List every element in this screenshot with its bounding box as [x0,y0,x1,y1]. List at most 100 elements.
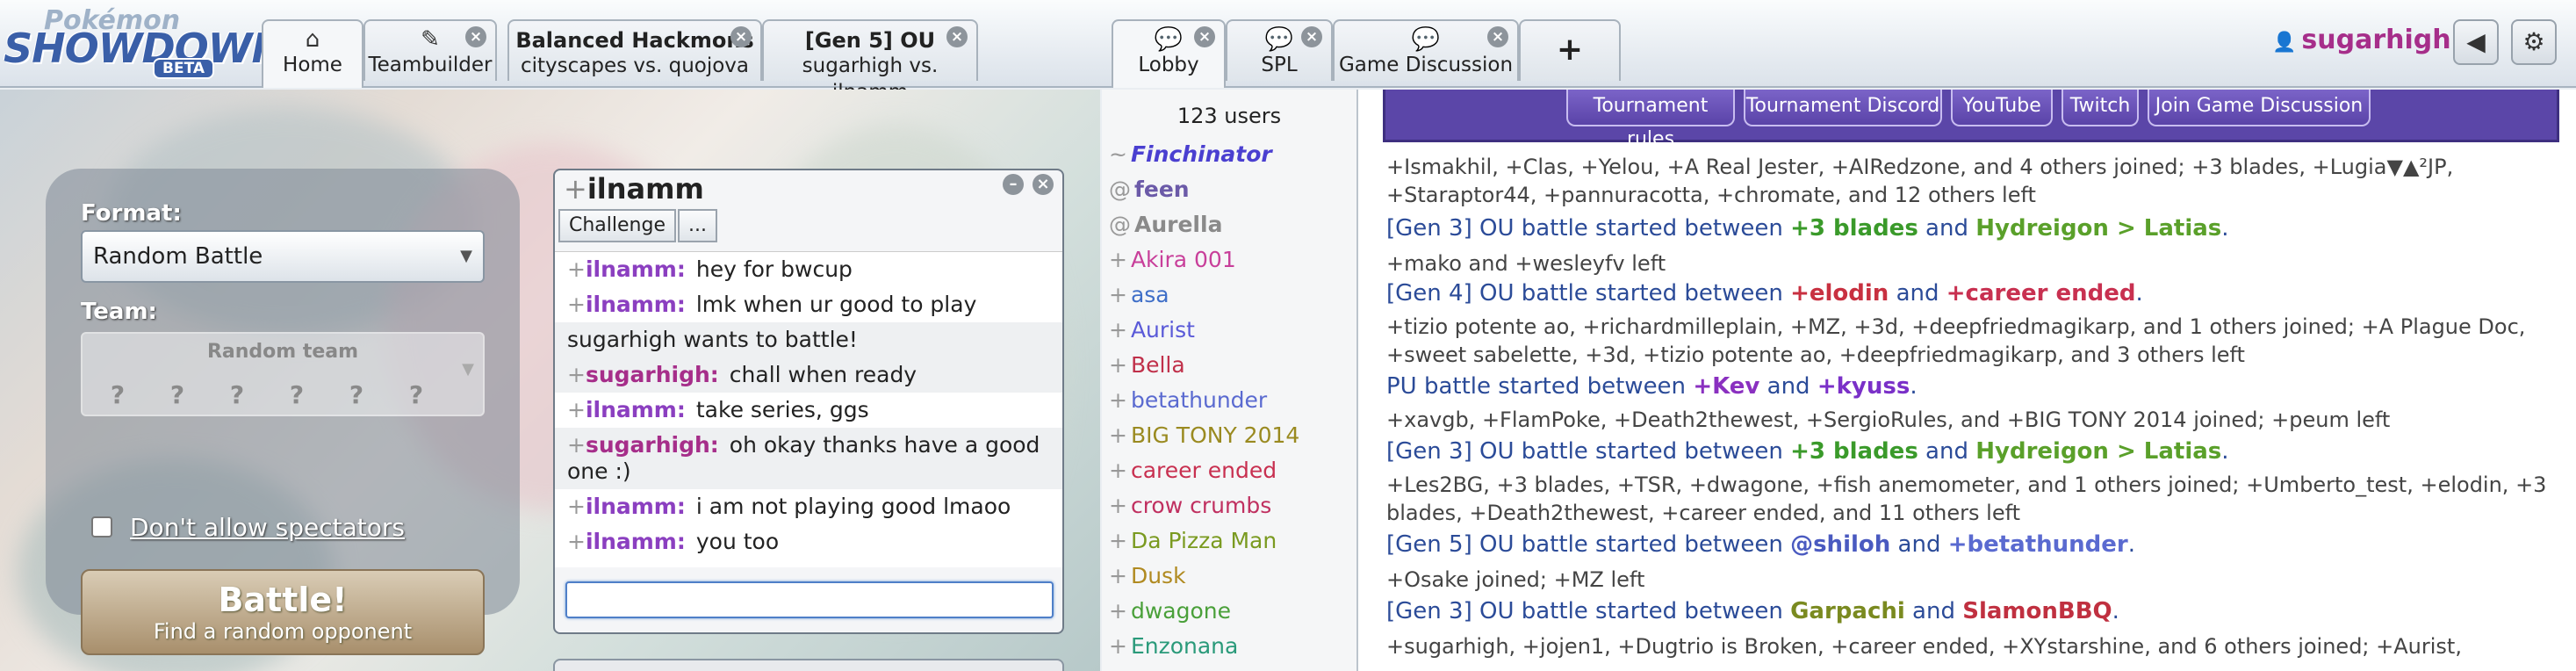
battle-button-label: Battle! [218,581,348,619]
challenge-button[interactable]: Challenge [558,209,676,242]
user-list-item[interactable]: + BIG TONY 2014 [1102,418,1356,453]
pm-sender: +ilnamm: [567,292,686,317]
close-icon[interactable]: × [1033,174,1054,195]
user-list-item[interactable]: + Aurist [1102,313,1356,348]
pm-toolbar: Challenge... [558,209,719,242]
tab-home-label: Home [283,54,342,76]
user-list-item[interactable]: + career ended [1102,453,1356,488]
pm-text: lmk when ur good to play [695,292,977,317]
user-name: Bella [1130,352,1185,378]
user-count[interactable]: 123 users [1102,90,1356,137]
user-rank: + [1109,528,1127,553]
tab-battle-format: Balanced Hackmons [515,28,754,53]
youtube-link[interactable]: YouTube [1951,90,2053,126]
spectators-label[interactable]: Don't allow spectators [130,513,405,542]
twitch-link[interactable]: Twitch [2062,90,2139,126]
pm-message: +ilnamm: lmk when ur good to play [555,287,1062,322]
sound-button[interactable]: ◀ [2453,19,2499,65]
tab-home[interactable]: ⌂ Home [262,19,363,88]
pm-title[interactable]: +ilnamm [564,172,704,206]
join-leave-message: +xavgb, +FlamPoke, +Death2thewest, +Serg… [1386,408,2391,432]
tab-battle-gen5ou[interactable]: [Gen 5] OU sugarhigh vs. ilnamm × [762,19,978,104]
pm-sender: +ilnamm: [567,529,686,554]
tab-battle-bh[interactable]: Balanced Hackmons cityscapes vs. quojova… [507,19,762,81]
team-select[interactable]: Random team ▼ ? ? ? ? ? ? [81,332,485,416]
user-name: Da Pizza Man [1130,528,1277,553]
user-list-item[interactable]: ~ Finchinator [1102,137,1356,172]
user-list-item[interactable]: + dwagone [1102,594,1356,629]
speaker-icon: ◀ [2466,27,2486,56]
pm-sender: +ilnamm: [567,256,686,282]
user-list-item[interactable]: + Bella [1102,348,1356,383]
pm-message-input[interactable] [565,581,1054,618]
pm-window-collapsed[interactable] [553,659,1064,671]
tournament-rules-link[interactable]: Tournament rules [1566,90,1735,150]
user-list-item[interactable]: + Da Pizza Man [1102,523,1356,559]
battle-started-message[interactable]: [Gen 3] OU battle started between +3 bla… [1386,437,2572,465]
pm-log: +ilnamm: hey for bwcup +ilnamm: lmk when u… [555,251,1062,567]
user-list-item[interactable]: + asa [1102,278,1356,313]
lobby-room: 123 users ~ Finchinator @ feen @ Aurella + Akir… [1102,90,2576,671]
close-icon[interactable]: × [1487,26,1508,47]
user-rank: + [1109,282,1127,307]
options-button[interactable]: ⚙ [2511,19,2557,65]
battle-started-message[interactable]: [Gen 3] OU battle started between Garpac… [1386,597,2572,625]
tab-game-discussion-label: Game Discussion [1338,54,1514,76]
username[interactable]: 👤 sugarhigh [2272,25,2451,55]
user-name: Aurella [1134,212,1223,237]
tab-lobby-label: Lobby [1138,54,1199,76]
user-rank: + [1109,422,1127,448]
unknown-pokemon-icon: ? [289,380,305,409]
team-value: Random team [206,341,359,363]
user-rank: @ [1109,212,1131,237]
user-rank: + [1109,317,1127,343]
user-name: Aurist [1130,317,1195,343]
showdown-logo[interactable]: Pokémon SHOWDOWN! BETA [4,5,303,79]
user-list-item[interactable]: + betathunder [1102,383,1356,418]
user-rank: + [1109,458,1127,483]
unknown-pokemon-icon: ? [229,380,245,409]
format-value: Random Battle [93,243,263,270]
pm-sender: +sugarhigh: [567,432,719,458]
user-rank: @ [1109,177,1131,202]
spectators-checkbox[interactable] [91,516,112,538]
battle-started-message[interactable]: PU battle started between +Kev and +kyus… [1386,372,2572,400]
close-icon[interactable]: × [946,26,968,47]
battle-started-message[interactable]: [Gen 4] OU battle started between +elodi… [1386,279,2572,307]
new-room-button[interactable]: + [1519,19,1621,81]
pm-message: +ilnamm: i am not playing good lmaoo [555,489,1062,524]
user-list-item[interactable]: + Enzonana [1102,629,1356,664]
format-select[interactable]: Random Battle ▼ [81,230,485,283]
close-icon[interactable]: × [1194,26,1215,47]
pm-rank: + [564,172,587,206]
tab-spl[interactable]: 💬 SPL × [1226,19,1333,81]
battle-started-message[interactable]: [Gen 3] OU battle started between +3 bla… [1386,214,2572,242]
pm-text: take series, ggs [695,397,869,422]
tournament-discord-link[interactable]: Tournament Discord [1744,90,1942,126]
close-icon[interactable]: × [1301,26,1322,47]
battle-button[interactable]: Battle! Find a random opponent [81,569,485,655]
plus-icon: + [1556,32,1584,68]
user-list-item[interactable]: @ feen [1102,172,1356,207]
more-button[interactable]: ... [678,209,717,242]
minimize-icon[interactable]: – [1003,174,1024,195]
user-list-item[interactable]: + Akira 001 [1102,242,1356,278]
unknown-pokemon-icon: ? [110,380,126,409]
join-game-discussion-link[interactable]: Join Game Discussion [2148,90,2371,126]
battle-started-message[interactable]: [Gen 5] OU battle started between @shilo… [1386,530,2572,559]
user-rank: + [1109,563,1127,588]
pm-message: +ilnamm: take series, ggs [555,393,1062,428]
dropdown-caret-icon: ▼ [462,360,474,379]
home-panel: Format: Random Battle ▼ Team: Random tea… [0,90,1100,671]
close-icon[interactable]: × [730,26,752,47]
tab-lobby[interactable]: 💬 Lobby × [1112,19,1226,88]
close-icon[interactable]: × [465,26,486,47]
tab-teambuilder[interactable]: ✎ Teambuilder × [363,19,497,81]
tab-game-discussion[interactable]: 💬 Game Discussion × [1333,19,1519,81]
user-list-item[interactable]: + Dusk [1102,559,1356,594]
user-rank: ~ [1109,141,1127,167]
pm-sender: +ilnamm: [567,494,686,519]
user-list-item[interactable]: @ Aurella [1102,207,1356,242]
user-list-item[interactable]: + crow crumbs [1102,488,1356,523]
user-name: Finchinator [1130,141,1272,167]
